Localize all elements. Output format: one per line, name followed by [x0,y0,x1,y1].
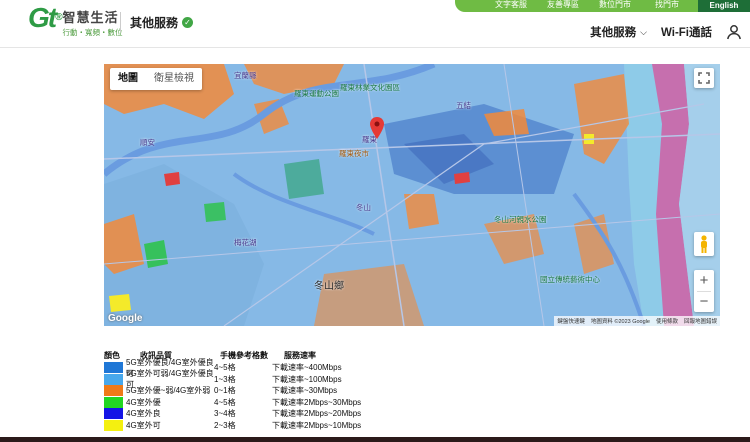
map-type-tabs: 地圖 衛星檢視 [110,68,202,90]
legend-quality: 4G室外良 [126,409,161,419]
legend-speed: 下載速率~400Mbps [272,363,342,373]
legend-row: 4G室外良 3~4格 下載速率2Mbps~20Mbps [104,408,372,420]
zoom-controls: + − [694,270,714,312]
report-error-link[interactable]: 回報地圖錯誤 [684,317,717,325]
zoom-in-button[interactable]: + [694,270,714,291]
legend-color-swatch [104,419,123,431]
map-label: 羅東夜市 [339,149,369,158]
logo-slogan: 行動・寬頻・數位 [62,28,123,37]
map-label: 冬山河親水公園 [494,215,547,224]
map-data-credit: 地圖資料 ©2023 Google [590,319,650,325]
map-label: 宜蘭縣 [234,71,257,80]
legend-speed: 下載速率2Mbps~20Mbps [272,409,362,419]
legend-row: 5G室外優~弱/4G室外弱 0~1格 下載速率~30Mbps [104,385,372,397]
legend-row: 5G室外可弱/4G室外優良可 1~3格 下載速率~100Mbps [104,369,372,389]
legend-bars: 0~1格 [214,386,236,396]
coverage-map-layer [104,64,720,326]
logo-name: 智慧生活 [62,10,119,25]
legend-row: 4G室外優 4~5格 下載速率2Mbps~30Mbps [104,396,372,409]
location-pin-icon[interactable] [370,117,384,139]
legend-quality: 4G室外可 [126,420,161,430]
legend-color-swatch [104,385,123,397]
zoom-out-button[interactable]: − [694,292,714,313]
legend-color-swatch [104,396,123,408]
street-view-button[interactable] [694,232,714,256]
fullscreen-button[interactable] [694,68,714,88]
nav-other-services[interactable]: 其他服務 ⌵ [590,24,647,40]
header-underline [0,47,750,48]
legend-header-speed: 服務速率 [284,351,316,360]
legend-bars: 1~3格 [214,374,236,384]
keyboard-shortcuts-link[interactable]: 鍵盤快速鍵 [557,317,585,325]
map-label: 國立傳統藝術中心 [540,275,600,284]
link-text-service[interactable]: 文字客服 [485,0,537,10]
language-english-button[interactable]: English [698,0,750,12]
legend-speed: 下載速率2Mbps~30Mbps [272,397,362,407]
brand-logo[interactable]: Gt® 智慧生活 行動・寬頻・數位 [28,4,122,38]
legend-bars: 4~5格 [214,363,236,373]
legend-bars: 4~5格 [214,397,236,407]
bottom-edge [0,437,750,442]
legend-color-swatch [104,362,123,374]
map-label: 順安 [140,138,155,147]
legend-color-swatch [104,373,123,385]
google-logo: Google [108,313,143,324]
legend-header-color: 顏色 [104,351,120,360]
link-accessibility[interactable]: 友善專區 [537,0,589,10]
map-label: 冬山鄉 [314,281,344,292]
coverage-map[interactable]: 冬山鄉 冬山 五結 羅東 羅東運動公園 羅東林業文化園區 冬山河親水公園 羅東夜… [104,64,720,326]
chevron-down-icon: ⌵ [640,26,647,37]
page-title: 其他服務 ✓ [130,14,194,31]
map-attribution: 鍵盤快速鍵 地圖資料 ©2023 Google 使用條款 回報地圖錯誤 [554,316,720,326]
legend-header-bars: 手機參考格數 [220,351,268,360]
link-find-store[interactable]: 找門市 [641,0,693,10]
map-label: 梅花湖 [234,238,257,247]
user-account-icon[interactable] [726,24,742,40]
map-label: 冬山 [356,203,371,212]
tab-map[interactable]: 地圖 [110,68,146,90]
check-icon: ✓ [182,17,194,28]
tab-satellite[interactable]: 衛星檢視 [146,68,202,90]
legend-color-swatch [104,408,123,420]
legend-bars: 2~3格 [214,420,236,430]
coverage-legend: 顏色 收訊品質 手機參考格數 服務速率 5G室外優良/4G室外優良可 4~5格 下載… [104,350,372,431]
main-nav: 其他服務 ⌵ Wi-Fi通話 [590,24,742,40]
legend-bars: 3~4格 [214,409,236,419]
top-utility-bar: 文字客服 友善專區 數位門市 找門市 English [455,0,750,12]
map-label: 羅東運動公園 [294,89,339,98]
legend-row: 4G室外可 2~3格 下載速率2Mbps~10Mbps [104,419,372,432]
terms-link[interactable]: 使用條款 [656,317,678,325]
legend-speed: 下載速率2Mbps~10Mbps [272,420,362,430]
map-label: 五結 [456,101,471,110]
logo-mark: Gt® [28,2,63,33]
link-digital-store[interactable]: 數位門市 [589,0,641,10]
legend-quality: 4G室外優 [126,397,161,407]
nav-wifi-calling[interactable]: Wi-Fi通話 [661,24,712,40]
legend-speed: 下載速率~100Mbps [272,374,342,384]
header-divider [120,12,121,32]
legend-quality: 5G室外優~弱/4G室外弱 [126,386,211,396]
map-label: 羅東林業文化園區 [340,83,400,92]
legend-speed: 下載速率~30Mbps [272,386,338,396]
pegman-icon [701,235,707,253]
fullscreen-icon [698,72,710,84]
